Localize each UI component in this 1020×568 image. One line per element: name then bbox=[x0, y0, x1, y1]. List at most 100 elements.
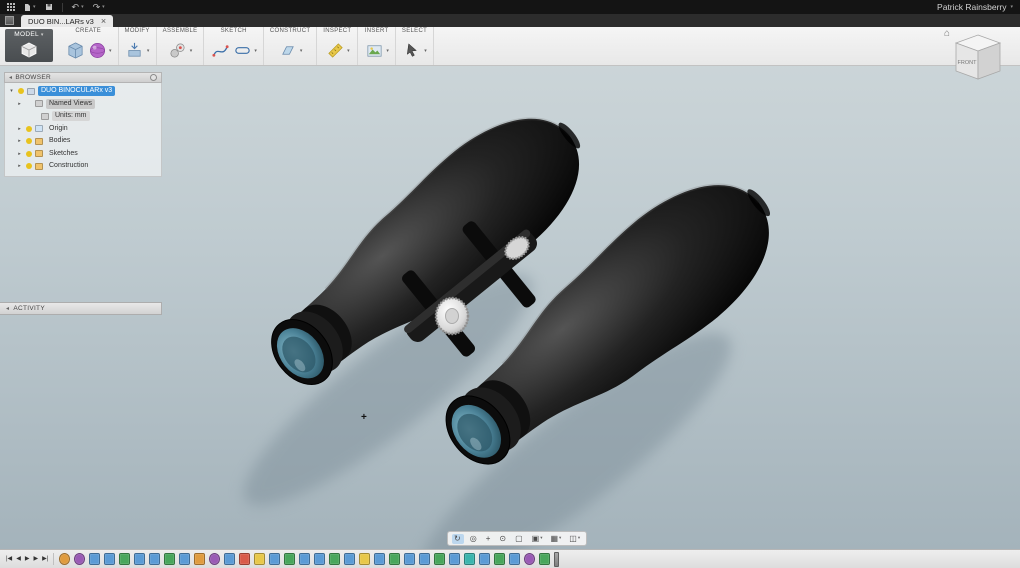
timeline-feature-icon[interactable] bbox=[119, 553, 131, 565]
viewcube[interactable]: ⌂ FRONT bbox=[944, 28, 1012, 88]
timeline-feature-icon[interactable] bbox=[149, 553, 161, 565]
account-menu[interactable]: Patrick Rainsberry ▾ bbox=[937, 2, 1013, 12]
measure-icon[interactable] bbox=[325, 41, 345, 61]
display-settings-icon[interactable]: ▣ ▾ bbox=[530, 534, 545, 544]
timeline-feature-icon[interactable] bbox=[209, 553, 221, 565]
timeline-feature-icon[interactable] bbox=[359, 553, 371, 565]
orbit-icon[interactable]: ↻ bbox=[452, 533, 464, 544]
timeline-feature-icon[interactable] bbox=[194, 553, 206, 565]
slot-icon[interactable] bbox=[232, 41, 252, 61]
activity-collapse-icon[interactable]: ◂ bbox=[6, 305, 9, 312]
sphere-icon[interactable] bbox=[87, 41, 107, 61]
timeline-feature-icon[interactable] bbox=[449, 553, 461, 565]
browser-collapse-icon[interactable]: ◂ bbox=[9, 74, 12, 81]
focus-wheel[interactable] bbox=[434, 296, 470, 336]
expand-arrow-icon[interactable]: ▾ bbox=[8, 88, 15, 94]
pan-icon[interactable]: + bbox=[484, 534, 494, 544]
undo-dropdown-icon[interactable]: ▾ bbox=[81, 4, 84, 10]
timeline-feature-icon[interactable] bbox=[239, 553, 251, 565]
select-cursor-icon[interactable] bbox=[402, 41, 422, 61]
timeline-feature-icon[interactable] bbox=[269, 553, 281, 565]
step-forward-button[interactable]: ▶ bbox=[33, 556, 38, 562]
data-panel-toggle-icon[interactable] bbox=[5, 16, 14, 25]
timeline-feature-icon[interactable] bbox=[524, 553, 536, 565]
tree-item-origin[interactable]: ▸ Origin bbox=[5, 123, 161, 136]
redo-icon[interactable]: ↷ ▾ bbox=[93, 2, 105, 12]
press-pull-icon[interactable] bbox=[125, 41, 145, 61]
visibility-bulb-icon[interactable] bbox=[26, 138, 32, 145]
modify-dropdown-icon[interactable]: ▾ bbox=[147, 48, 150, 54]
timeline-feature-icon[interactable] bbox=[299, 553, 311, 565]
timeline-feature-icon[interactable] bbox=[89, 553, 101, 565]
timeline-feature-icon[interactable] bbox=[254, 553, 266, 565]
timeline-playhead[interactable] bbox=[554, 551, 560, 567]
app-grid-menu-icon[interactable] bbox=[7, 3, 15, 11]
timeline-feature-icon[interactable] bbox=[104, 553, 116, 565]
file-menu-icon[interactable]: ▾ bbox=[24, 3, 36, 12]
go-to-beginning-button[interactable]: |◀ bbox=[6, 556, 12, 562]
spline-icon[interactable] bbox=[210, 41, 230, 61]
account-dropdown-icon[interactable]: ▾ bbox=[1010, 4, 1013, 10]
tree-item-label[interactable]: Sketches bbox=[46, 149, 81, 159]
create-dropdown-icon[interactable]: ▾ bbox=[109, 48, 112, 54]
tree-item-label[interactable]: Construction bbox=[46, 161, 91, 171]
timeline-feature-icon[interactable] bbox=[404, 553, 416, 565]
expand-arrow-icon[interactable]: ▸ bbox=[16, 151, 23, 157]
browser-settings-icon[interactable] bbox=[150, 74, 157, 81]
tree-item-units[interactable]: Units: mm bbox=[5, 110, 161, 123]
step-back-button[interactable]: ◀ bbox=[16, 556, 21, 562]
grid-and-snaps-icon[interactable]: ▦ ▾ bbox=[548, 534, 563, 544]
tree-item-label[interactable]: DUO BINOCULARx v3 bbox=[38, 86, 116, 97]
timeline-feature-icon[interactable] bbox=[134, 553, 146, 565]
timeline-feature-icon[interactable] bbox=[539, 553, 551, 565]
sketch-dropdown-icon[interactable]: ▾ bbox=[254, 48, 257, 54]
tree-item-label[interactable]: Bodies bbox=[46, 136, 73, 146]
expand-arrow-icon[interactable]: ▸ bbox=[16, 163, 23, 169]
timeline-feature-icon[interactable] bbox=[509, 553, 521, 565]
visibility-bulb-icon[interactable] bbox=[26, 163, 32, 170]
viewcube-home-icon[interactable]: ⌂ bbox=[944, 28, 950, 39]
tree-item-named-views[interactable]: ▸ Named Views bbox=[5, 98, 161, 111]
visibility-bulb-icon[interactable] bbox=[18, 88, 24, 95]
tree-item-label[interactable]: Units: mm bbox=[52, 111, 90, 122]
file-menu-dropdown-icon[interactable]: ▾ bbox=[33, 4, 36, 10]
construction-plane-icon[interactable] bbox=[278, 41, 298, 61]
visibility-bulb-icon[interactable] bbox=[26, 125, 32, 132]
tree-item-sketches[interactable]: ▸ Sketches bbox=[5, 148, 161, 161]
timeline-feature-icon[interactable] bbox=[374, 553, 386, 565]
visibility-bulb-icon[interactable] bbox=[26, 101, 32, 107]
save-icon[interactable] bbox=[45, 3, 53, 11]
look-at-icon[interactable]: ◎ bbox=[468, 534, 480, 544]
redo-dropdown-icon[interactable]: ▾ bbox=[102, 4, 105, 10]
insert-dropdown-icon[interactable]: ▾ bbox=[386, 48, 389, 54]
timeline-feature-icon[interactable] bbox=[419, 553, 431, 565]
document-tab[interactable]: DUO BIN...LARs v3 × bbox=[21, 15, 114, 27]
construct-dropdown-icon[interactable]: ▾ bbox=[300, 48, 303, 54]
timeline-feature-icon[interactable] bbox=[164, 553, 176, 565]
inspect-dropdown-icon[interactable]: ▾ bbox=[347, 48, 350, 54]
tree-item-label[interactable]: Named Views bbox=[46, 98, 96, 109]
timeline-feature-icon[interactable] bbox=[434, 553, 446, 565]
viewcube-front-label[interactable]: FRONT bbox=[958, 60, 978, 66]
attached-canvas-icon[interactable] bbox=[364, 41, 384, 61]
timeline-feature-icon[interactable] bbox=[74, 553, 86, 565]
joint-icon[interactable] bbox=[168, 41, 188, 61]
fit-icon[interactable]: ▢ bbox=[513, 534, 526, 544]
timeline-feature-icon[interactable] bbox=[314, 553, 326, 565]
timeline-feature-icon[interactable] bbox=[479, 553, 491, 565]
timeline-feature-icon[interactable] bbox=[224, 553, 236, 565]
viewports-icon[interactable]: ◫ ▾ bbox=[567, 534, 582, 544]
tree-item-root[interactable]: ▾ DUO BINOCULARx v3 bbox=[5, 85, 161, 98]
new-body-icon[interactable] bbox=[65, 41, 85, 61]
zoom-icon[interactable]: ⊙ bbox=[497, 534, 509, 544]
expand-arrow-icon[interactable]: ▸ bbox=[16, 138, 23, 144]
timeline-feature-icon[interactable] bbox=[344, 553, 356, 565]
go-to-end-button[interactable]: ▶| bbox=[42, 556, 48, 562]
tree-item-construction[interactable]: ▸ Construction bbox=[5, 160, 161, 173]
timeline-feature-icon[interactable] bbox=[284, 553, 296, 565]
play-button[interactable]: ▶ bbox=[25, 556, 30, 562]
timeline-feature-icon[interactable] bbox=[329, 553, 341, 565]
timeline-feature-icon[interactable] bbox=[494, 553, 506, 565]
tree-item-label[interactable]: Origin bbox=[46, 124, 71, 134]
tree-item-bodies[interactable]: ▸ Bodies bbox=[5, 135, 161, 148]
